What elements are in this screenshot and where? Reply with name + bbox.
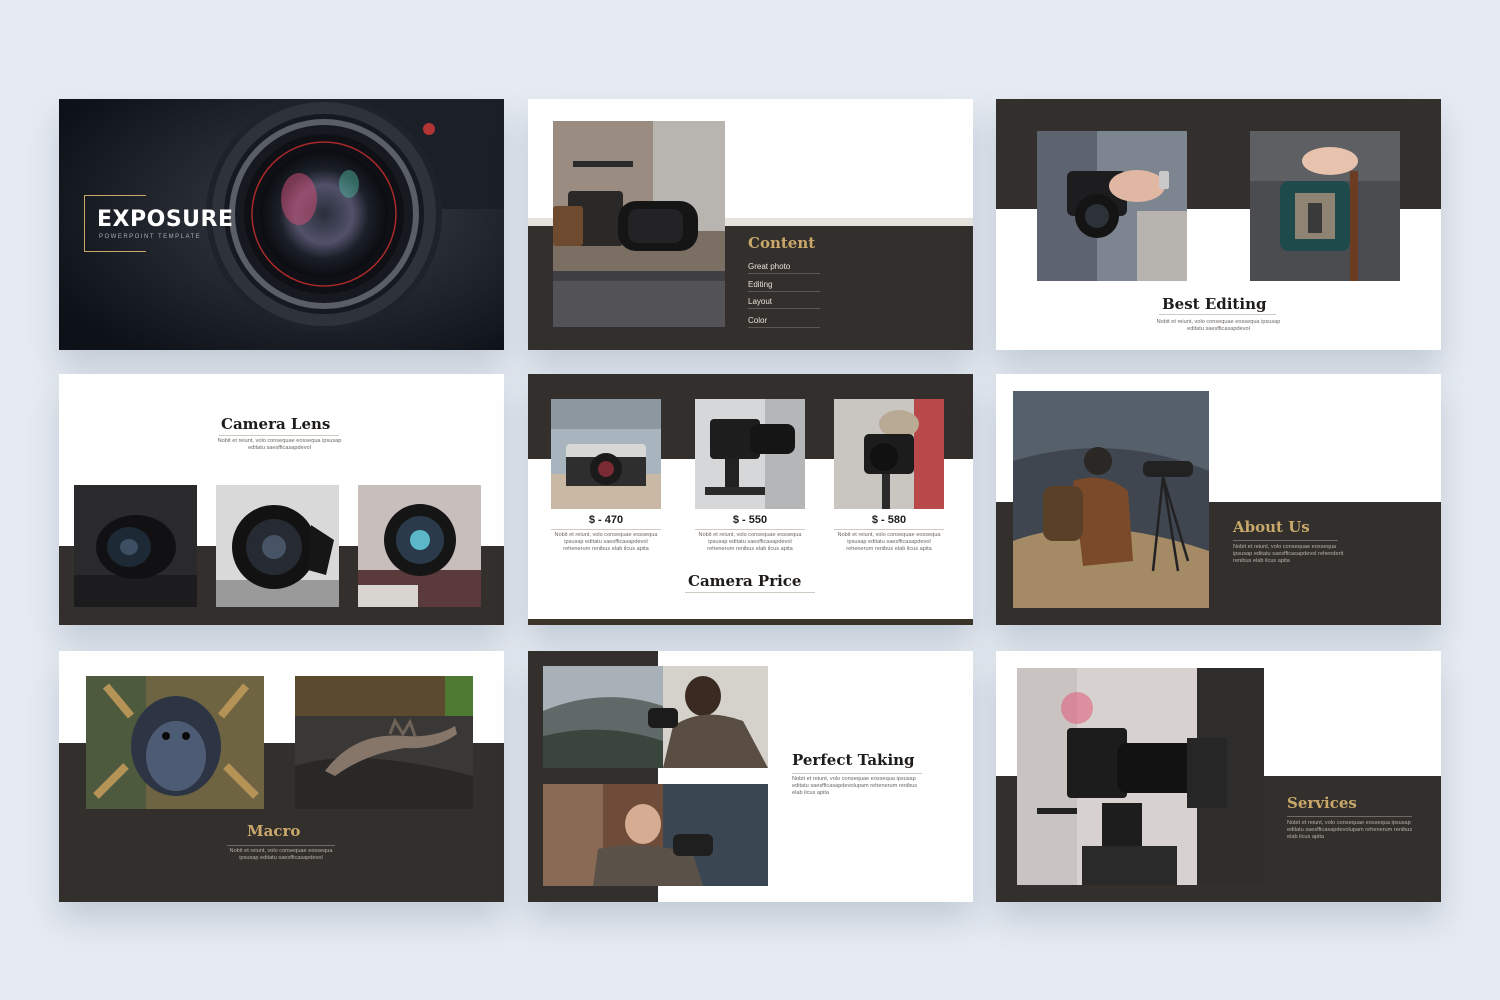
content-item-great-photo: Great photo [748,262,820,274]
content-item-editing: Editing [748,280,820,292]
camera-price-photo-2 [695,399,805,509]
price-label-2: $ - 550 [732,514,768,526]
price-body-2: Nobit et reiunt, volo consequae eossequa… [698,532,802,552]
cover-subtitle: POWERPOINT TEMPLATE [99,234,202,240]
camera-price-bottom-bar [528,619,973,625]
camera-lens-title: Camera Lens [221,415,331,433]
perfect-taking-body: Nobit et reiunt, volo consequae eossequa… [792,776,918,796]
slide-services[interactable]: Services Nobit et reiunt, volo consequae… [996,651,1441,902]
photographer-photo [1013,391,1209,608]
content-item-layout: Layout [748,297,820,309]
services-title: Services [1287,794,1357,812]
camera-photo [553,121,725,327]
lens-photo-2 [216,485,339,607]
slide-cover[interactable]: EXPOSURE POWERPOINT TEMPLATE [59,99,504,350]
camera-hands-photo [1037,131,1187,281]
camera-price-underline [685,592,815,593]
camera-lens-underline [219,435,339,436]
camera-lens-body: Nobit et reiunt, volo consequae eossequa… [217,438,342,451]
slide-content[interactable]: Content Great photo Editing Layout Color [528,99,973,350]
camera-price-photo-3 [834,399,944,509]
camera-price-photo-1 [551,399,661,509]
price-underline-3 [834,529,944,530]
spider-photo [86,676,264,809]
price-label-3: $ - 580 [871,514,907,526]
slide-perfect-taking[interactable]: Perfect Taking Nobit et reiunt, volo con… [528,651,973,902]
content-title: Content [748,234,816,252]
content-item-color: Color [748,316,820,328]
macro-title: Macro [247,822,301,840]
slide-about-us[interactable]: About Us Nobit et reiunt, volo consequae… [996,374,1441,625]
price-underline-1 [551,529,661,530]
price-body-3: Nobit et reiunt, volo consequae eossequa… [837,532,941,552]
camera-price-title: Camera Price [688,572,802,590]
cinema-camera-photo [1017,668,1264,885]
price-label-1: $ - 470 [588,514,624,526]
camera-screen-photo [1250,131,1400,281]
best-editing-body: Nobit et reiunt, volo consequae eossequa… [1156,319,1281,332]
services-underline [1287,816,1412,817]
slide-camera-price[interactable]: $ - 470 $ - 550 $ - 580 Nobit et reiunt,… [528,374,973,625]
price-body-1: Nobit et reiunt, volo consequae eossequa… [554,532,658,552]
price-underline-2 [695,529,805,530]
photographer-city-photo [543,784,768,886]
macro-underline [227,845,335,846]
best-editing-underline [1159,314,1276,315]
perfect-taking-title: Perfect Taking [792,751,915,769]
lizard-photo [295,676,473,809]
slide-camera-lens[interactable]: Camera Lens Nobit et reiunt, volo conseq… [59,374,504,625]
cover-title: EXPOSURE [97,207,234,232]
slide-best-editing[interactable]: Best Editing Nobit et reiunt, volo conse… [996,99,1441,350]
best-editing-title: Best Editing [1162,295,1267,313]
about-us-body: Nobit et reiunt, volo consequae eossequa… [1233,544,1344,564]
lens-photo-3 [358,485,481,607]
about-us-underline [1233,540,1338,541]
perfect-taking-underline [792,773,922,774]
macro-body: Nobit et reiunt, volo consequae eossequa… [229,848,333,861]
lens-photo-1 [74,485,197,607]
photographer-mountain-photo [543,666,768,768]
slide-macro[interactable]: Macro Nobit et reiunt, volo consequae eo… [59,651,504,902]
about-us-title: About Us [1233,518,1310,536]
services-body: Nobit et reiunt, volo consequae eossequa… [1287,820,1413,840]
